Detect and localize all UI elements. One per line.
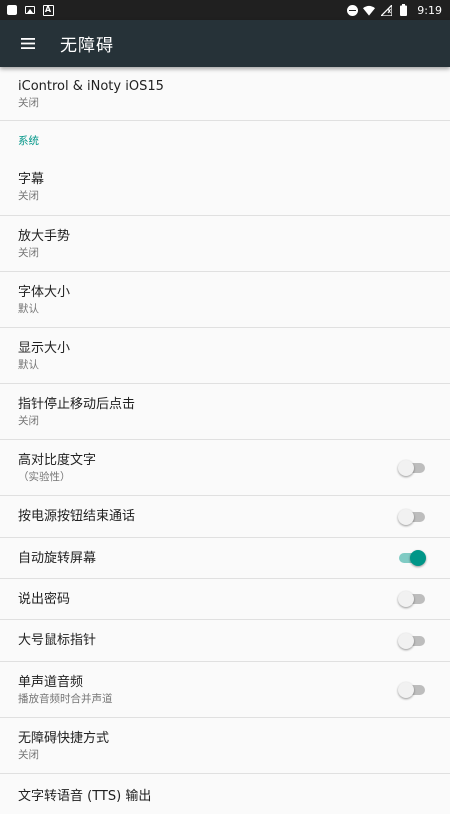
setting-large-mouse-pointer[interactable]: 大号鼠标指针 [0, 620, 450, 662]
item-title: 指针停止移动后点击 [18, 396, 136, 412]
item-subtitle: 关闭 [18, 190, 39, 202]
signal-no-sim-icon [380, 4, 392, 16]
item-subtitle: 播放音频时合并声道 [18, 692, 113, 705]
hamburger-menu-icon [21, 38, 35, 49]
app-bar: 无障碍 [0, 20, 450, 67]
service-item-icontrol[interactable]: iControl & iNoty iOS15 关闭 [0, 67, 450, 121]
do-not-disturb-icon [346, 4, 358, 16]
item-subtitle: （实验性） [18, 470, 71, 483]
item-title: 说出密码 [18, 591, 71, 607]
setting-speak-passwords[interactable]: 说出密码 [0, 579, 450, 620]
battery-icon [397, 4, 409, 16]
settings-list: iControl & iNoty iOS15 关闭 系统 字幕 关闭 放大手势 … [0, 67, 450, 814]
item-subtitle: 默认 [18, 302, 39, 315]
gallery-image-icon [24, 4, 36, 16]
notification-square-icon [6, 4, 18, 16]
item-subtitle: 关闭 [18, 414, 39, 427]
menu-button[interactable] [0, 20, 56, 67]
item-title: 单声道音频 [18, 674, 84, 690]
large-mouse-pointer-switch[interactable] [398, 632, 426, 649]
item-subtitle: 关闭 [18, 246, 39, 259]
wifi-icon [363, 4, 376, 16]
setting-magnification-gesture[interactable]: 放大手势 关闭 [0, 216, 450, 272]
setting-high-contrast-text[interactable]: 高对比度文字 （实验性） [0, 440, 450, 496]
item-title: 无障碍快捷方式 [18, 730, 110, 746]
item-title: 按电源按钮结束通话 [18, 509, 136, 524]
setting-captions[interactable]: 字幕 关闭 [0, 159, 450, 216]
item-subtitle: 关闭 [18, 96, 39, 109]
section-header-system: 系统 [18, 134, 39, 147]
power-button-ends-call-switch[interactable] [398, 508, 426, 525]
item-title: 显示大小 [18, 340, 71, 356]
item-title: 大号鼠标指针 [18, 633, 97, 648]
setting-display-size[interactable]: 显示大小 默认 [0, 328, 450, 384]
setting-mono-audio[interactable]: 单声道音频 播放音频时合并声道 [0, 662, 450, 718]
item-title: 放大手势 [18, 228, 71, 244]
page-title: 无障碍 [60, 36, 114, 56]
speak-passwords-switch[interactable] [398, 591, 426, 607]
setting-power-button-ends-call[interactable]: 按电源按钮结束通话 [0, 496, 450, 538]
setting-auto-rotate-screen[interactable]: 自动旋转屏幕 [0, 538, 450, 579]
setting-accessibility-shortcut[interactable]: 无障碍快捷方式 关闭 [0, 718, 450, 774]
setting-tts-output[interactable]: 文字转语音 (TTS) 输出 [0, 774, 450, 814]
item-title: 自动旋转屏幕 [18, 550, 97, 566]
setting-font-size[interactable]: 字体大小 默认 [0, 272, 450, 328]
auto-rotate-screen-switch[interactable] [398, 550, 426, 566]
high-contrast-text-switch[interactable] [398, 459, 426, 476]
item-title: iControl & iNoty iOS15 [18, 78, 164, 94]
status-time: 9:19 [417, 3, 442, 17]
item-title: 字幕 [18, 172, 45, 187]
item-title: 文字转语音 (TTS) 输出 [18, 789, 152, 804]
setting-click-after-pointer-stops[interactable]: 指针停止移动后点击 关闭 [0, 384, 450, 440]
status-bar: A 9:19 [0, 0, 450, 20]
item-subtitle: 关闭 [18, 748, 39, 761]
item-title: 字体大小 [18, 284, 71, 300]
item-title: 高对比度文字 [18, 452, 97, 468]
item-subtitle: 默认 [18, 358, 39, 371]
mono-audio-switch[interactable] [398, 681, 426, 698]
font-a-icon: A [42, 4, 54, 16]
